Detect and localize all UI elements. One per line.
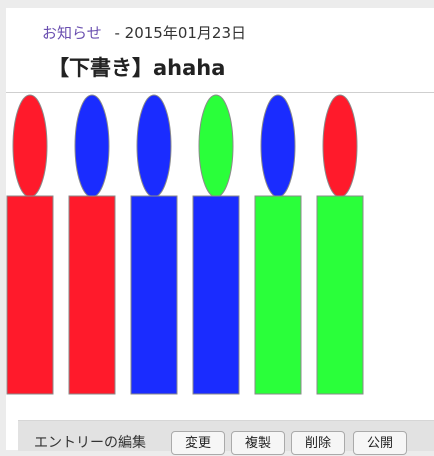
delete-button[interactable]: 削除	[291, 431, 345, 455]
duplicate-button[interactable]: 複製	[231, 431, 285, 455]
candle-3	[130, 94, 178, 395]
candle-flame	[322, 94, 358, 198]
candle-body	[6, 195, 54, 395]
entry-edit-bar: エントリーの編集 変更 複製 削除 公開	[18, 420, 434, 455]
candle-2	[68, 94, 116, 395]
candle-body	[68, 195, 116, 395]
candle-1	[6, 94, 54, 395]
candles-image	[6, 94, 364, 395]
candle-body	[192, 195, 240, 395]
edit-bar-label: エントリーの編集	[34, 435, 146, 451]
edit-button[interactable]: 変更	[171, 431, 225, 455]
candle-body	[316, 195, 364, 395]
candle-5	[254, 94, 302, 395]
candle-4	[192, 94, 240, 395]
publish-button[interactable]: 公開	[353, 431, 407, 455]
candle-body	[130, 195, 178, 395]
candle-flame	[74, 94, 110, 198]
candle-flame	[198, 94, 234, 198]
candle-flame	[136, 94, 172, 198]
candle-body	[254, 195, 302, 395]
candle-6	[316, 94, 364, 395]
candle-flame	[260, 94, 296, 198]
candle-flame	[12, 94, 48, 198]
